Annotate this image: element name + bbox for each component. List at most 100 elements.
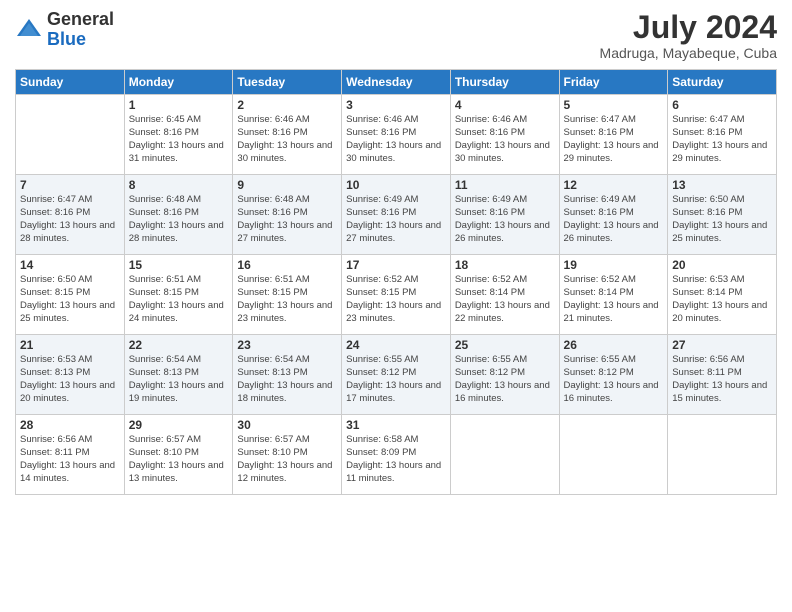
day-number: 16 xyxy=(237,258,337,272)
table-row: 19 Sunrise: 6:52 AM Sunset: 8:14 PM Dayli… xyxy=(559,255,668,335)
col-tuesday: Tuesday xyxy=(233,70,342,95)
day-info: Sunrise: 6:54 AM Sunset: 8:13 PM Dayligh… xyxy=(237,354,337,405)
table-row: 10 Sunrise: 6:49 AM Sunset: 8:16 PM Dayli… xyxy=(342,175,451,255)
day-info: Sunrise: 6:52 AM Sunset: 8:15 PM Dayligh… xyxy=(346,274,446,325)
day-number: 22 xyxy=(129,338,229,352)
logo: General Blue xyxy=(15,10,114,50)
table-row: 9Sunrise: 6:48 AM Sunset: 8:16 PM Daylig… xyxy=(233,175,342,255)
day-number: 8 xyxy=(129,178,229,192)
table-row: 28Sunrise: 6:56 AM Sunset: 8:11 PM Dayli… xyxy=(16,415,125,495)
table-row: 22 Sunrise: 6:54 AM Sunset: 8:13 PM Dayli… xyxy=(124,335,233,415)
table-row: 7Sunrise: 6:47 AM Sunset: 8:16 PM Daylig… xyxy=(16,175,125,255)
day-info: Sunrise: 6:57 AM Sunset: 8:10 PM Dayligh… xyxy=(237,434,337,485)
day-info: Sunrise: 6:57 AM Sunset: 8:10 PM Dayligh… xyxy=(129,434,229,485)
day-number: 23 xyxy=(237,338,337,352)
table-row: 15 Sunrise: 6:51 AM Sunset: 8:15 PM Dayli… xyxy=(124,255,233,335)
day-info: Sunrise: 6:56 AM Sunset: 8:11 PM Dayligh… xyxy=(672,354,772,405)
day-number: 2 xyxy=(237,98,337,112)
table-row: 23 Sunrise: 6:54 AM Sunset: 8:13 PM Dayli… xyxy=(233,335,342,415)
col-saturday: Saturday xyxy=(668,70,777,95)
calendar-week-row: 14 Sunrise: 6:50 AM Sunset: 8:15 PM Dayli… xyxy=(16,255,777,335)
table-row: 26 Sunrise: 6:55 AM Sunset: 8:12 PM Dayli… xyxy=(559,335,668,415)
title-block: July 2024 Madruga, Mayabeque, Cuba xyxy=(600,10,777,61)
day-info: Sunrise: 6:55 AM Sunset: 8:12 PM Dayligh… xyxy=(346,354,446,405)
col-sunday: Sunday xyxy=(16,70,125,95)
table-row xyxy=(668,415,777,495)
day-number: 4 xyxy=(455,98,555,112)
day-number: 6 xyxy=(672,98,772,112)
location-title: Madruga, Mayabeque, Cuba xyxy=(600,45,777,61)
day-number: 26 xyxy=(564,338,664,352)
day-number: 5 xyxy=(564,98,664,112)
col-wednesday: Wednesday xyxy=(342,70,451,95)
table-row xyxy=(16,95,125,175)
day-number: 13 xyxy=(672,178,772,192)
day-info: Sunrise: 6:47 AM Sunset: 8:16 PM Dayligh… xyxy=(564,114,664,165)
day-number: 25 xyxy=(455,338,555,352)
table-row: 20Sunrise: 6:53 AM Sunset: 8:14 PM Dayli… xyxy=(668,255,777,335)
day-number: 18 xyxy=(455,258,555,272)
col-thursday: Thursday xyxy=(450,70,559,95)
table-row xyxy=(559,415,668,495)
day-info: Sunrise: 6:45 AM Sunset: 8:16 PM Dayligh… xyxy=(129,114,229,165)
day-info: Sunrise: 6:46 AM Sunset: 8:16 PM Dayligh… xyxy=(237,114,337,165)
calendar-week-row: 21 Sunrise: 6:53 AM Sunset: 8:13 PM Dayli… xyxy=(16,335,777,415)
day-number: 3 xyxy=(346,98,446,112)
header: General Blue July 2024 Madruga, Mayabequ… xyxy=(15,10,777,61)
day-number: 24 xyxy=(346,338,446,352)
day-number: 19 xyxy=(564,258,664,272)
table-row: 27 Sunrise: 6:56 AM Sunset: 8:11 PM Dayli… xyxy=(668,335,777,415)
day-number: 30 xyxy=(237,418,337,432)
day-info: Sunrise: 6:49 AM Sunset: 8:16 PM Dayligh… xyxy=(346,194,446,245)
day-info: Sunrise: 6:50 AM Sunset: 8:15 PM Dayligh… xyxy=(20,274,120,325)
day-number: 27 xyxy=(672,338,772,352)
table-row xyxy=(450,415,559,495)
day-info: Sunrise: 6:47 AM Sunset: 8:16 PM Dayligh… xyxy=(672,114,772,165)
table-row: 12Sunrise: 6:49 AM Sunset: 8:16 PM Dayli… xyxy=(559,175,668,255)
table-row: 24 Sunrise: 6:55 AM Sunset: 8:12 PM Dayli… xyxy=(342,335,451,415)
day-number: 10 xyxy=(346,178,446,192)
month-title: July 2024 xyxy=(600,10,777,45)
day-number: 31 xyxy=(346,418,446,432)
day-info: Sunrise: 6:56 AM Sunset: 8:11 PM Dayligh… xyxy=(20,434,120,485)
table-row: 2 Sunrise: 6:46 AM Sunset: 8:16 PM Daylig… xyxy=(233,95,342,175)
day-number: 14 xyxy=(20,258,120,272)
table-row: 18 Sunrise: 6:52 AM Sunset: 8:14 PM Dayli… xyxy=(450,255,559,335)
col-monday: Monday xyxy=(124,70,233,95)
day-info: Sunrise: 6:46 AM Sunset: 8:16 PM Dayligh… xyxy=(455,114,555,165)
logo-general-text: General xyxy=(47,10,114,30)
col-friday: Friday xyxy=(559,70,668,95)
table-row: 4 Sunrise: 6:46 AM Sunset: 8:16 PM Daylig… xyxy=(450,95,559,175)
day-info: Sunrise: 6:52 AM Sunset: 8:14 PM Dayligh… xyxy=(564,274,664,325)
day-info: Sunrise: 6:53 AM Sunset: 8:14 PM Dayligh… xyxy=(672,274,772,325)
day-number: 15 xyxy=(129,258,229,272)
table-row: 16Sunrise: 6:51 AM Sunset: 8:15 PM Dayli… xyxy=(233,255,342,335)
day-number: 29 xyxy=(129,418,229,432)
day-info: Sunrise: 6:55 AM Sunset: 8:12 PM Dayligh… xyxy=(564,354,664,405)
day-info: Sunrise: 6:58 AM Sunset: 8:09 PM Dayligh… xyxy=(346,434,446,485)
table-row: 6 Sunrise: 6:47 AM Sunset: 8:16 PM Daylig… xyxy=(668,95,777,175)
table-row: 21 Sunrise: 6:53 AM Sunset: 8:13 PM Dayli… xyxy=(16,335,125,415)
table-row: 3Sunrise: 6:46 AM Sunset: 8:16 PM Daylig… xyxy=(342,95,451,175)
day-info: Sunrise: 6:52 AM Sunset: 8:14 PM Dayligh… xyxy=(455,274,555,325)
day-info: Sunrise: 6:48 AM Sunset: 8:16 PM Dayligh… xyxy=(237,194,337,245)
day-info: Sunrise: 6:54 AM Sunset: 8:13 PM Dayligh… xyxy=(129,354,229,405)
table-row: 5 Sunrise: 6:47 AM Sunset: 8:16 PM Daylig… xyxy=(559,95,668,175)
day-info: Sunrise: 6:51 AM Sunset: 8:15 PM Dayligh… xyxy=(129,274,229,325)
header-row: Sunday Monday Tuesday Wednesday Thursday… xyxy=(16,70,777,95)
day-number: 21 xyxy=(20,338,120,352)
table-row: 17Sunrise: 6:52 AM Sunset: 8:15 PM Dayli… xyxy=(342,255,451,335)
calendar-table: Sunday Monday Tuesday Wednesday Thursday… xyxy=(15,69,777,495)
day-info: Sunrise: 6:48 AM Sunset: 8:16 PM Dayligh… xyxy=(129,194,229,245)
day-info: Sunrise: 6:55 AM Sunset: 8:12 PM Dayligh… xyxy=(455,354,555,405)
logo-text: General Blue xyxy=(47,10,114,50)
calendar-week-row: 28Sunrise: 6:56 AM Sunset: 8:11 PM Dayli… xyxy=(16,415,777,495)
logo-blue-text: Blue xyxy=(47,30,114,50)
page: General Blue July 2024 Madruga, Mayabequ… xyxy=(0,0,792,612)
table-row: 25 Sunrise: 6:55 AM Sunset: 8:12 PM Dayli… xyxy=(450,335,559,415)
table-row: 1 Sunrise: 6:45 AM Sunset: 8:16 PM Daylig… xyxy=(124,95,233,175)
calendar-week-row: 1 Sunrise: 6:45 AM Sunset: 8:16 PM Daylig… xyxy=(16,95,777,175)
day-number: 1 xyxy=(129,98,229,112)
day-info: Sunrise: 6:47 AM Sunset: 8:16 PM Dayligh… xyxy=(20,194,120,245)
day-info: Sunrise: 6:53 AM Sunset: 8:13 PM Dayligh… xyxy=(20,354,120,405)
